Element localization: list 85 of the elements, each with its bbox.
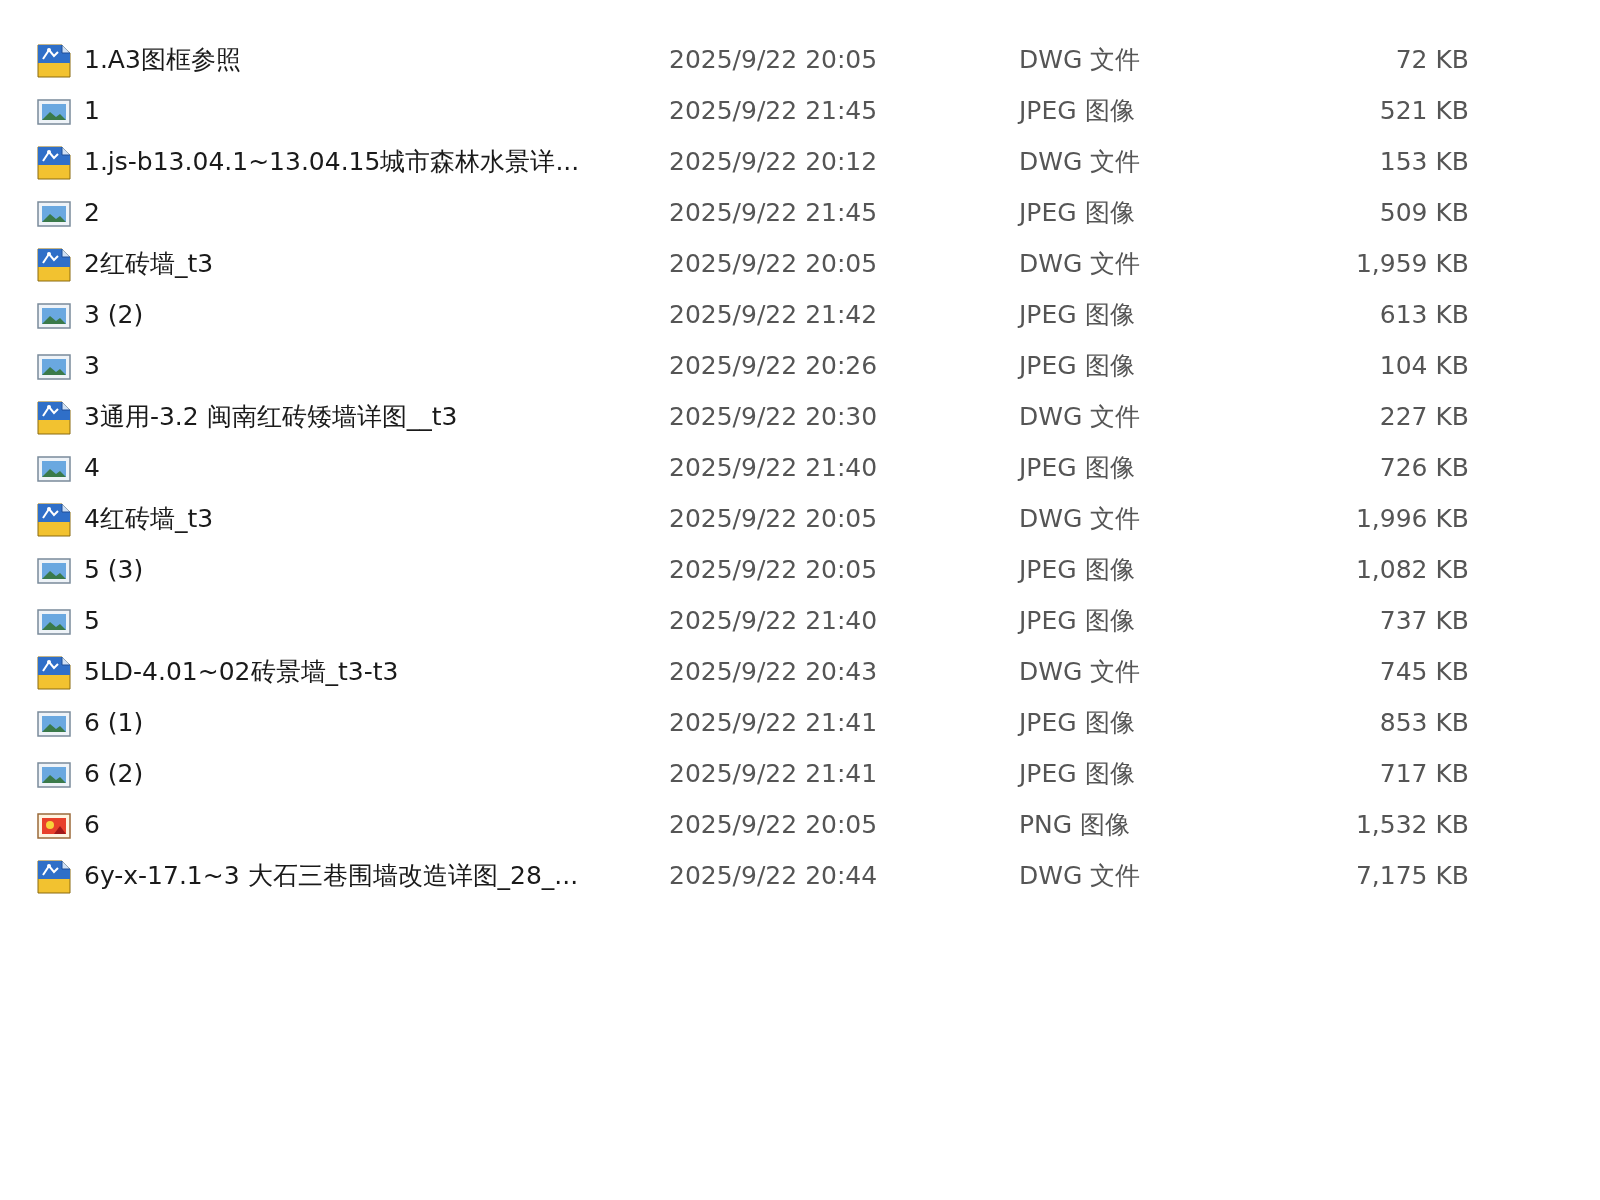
file-size: 509 KB [1378,198,1469,227]
file-type: PNG 图像 [1019,809,1132,841]
file-size: 737 KB [1378,606,1469,635]
file-date: 2025/9/22 21:45 [669,96,879,125]
file-name: 2红砖墙_t3 [84,248,215,280]
file-size: 521 KB [1378,96,1469,125]
file-type: DWG 文件 [1019,503,1142,535]
file-size: 745 KB [1378,657,1469,686]
file-type: DWG 文件 [1019,44,1142,76]
file-name: 1.js-b13.04.1~13.04.15城市森林水景详... [84,146,581,178]
file-size: 104 KB [1378,351,1469,380]
file-type: JPEG 图像 [1019,605,1136,637]
file-date: 2025/9/22 20:05 [669,810,879,839]
file-date: 2025/9/22 20:05 [669,45,879,74]
file-name: 3 (2) [84,300,145,329]
file-size: 1,996 KB [1354,504,1469,533]
file-date: 2025/9/22 20:44 [669,861,879,890]
file-size: 1,959 KB [1354,249,1469,278]
file-name: 4红砖墙_t3 [84,503,215,535]
file-date: 2025/9/22 21:40 [669,606,879,635]
file-type: JPEG 图像 [1019,197,1136,229]
file-name: 6 [84,810,101,839]
file-size: 7,175 KB [1354,861,1469,890]
file-size: 853 KB [1378,708,1469,737]
file-row[interactable]: 3 2025/9/22 20:26 JPEG 图像 104 KB [36,340,1600,391]
file-date: 2025/9/22 20:05 [669,555,879,584]
file-type: DWG 文件 [1019,248,1142,280]
file-type: JPEG 图像 [1019,707,1136,739]
file-name: 5LD-4.01~02砖景墙_t3-t3 [84,656,400,688]
file-name: 5 (3) [84,555,145,584]
file-name: 5 [84,606,101,635]
file-row[interactable]: 5LD-4.01~02砖景墙_t3-t3 2025/9/22 20:43 DWG 文件 745 KB [36,646,1600,697]
file-type: JPEG 图像 [1019,350,1136,382]
file-type: JPEG 图像 [1019,452,1136,484]
file-row[interactable]: 6y-x-17.1~3 大石三巷围墙改造详图_28_... 2025/9/22 20:44 DWG 文件 7,175 KB [36,850,1600,901]
file-row[interactable]: 6 2025/9/22 20:05 PNG 图像 1,532 KB [36,799,1600,850]
file-type: JPEG 图像 [1019,554,1136,586]
file-type: DWG 文件 [1019,401,1142,433]
file-date: 2025/9/22 21:42 [669,300,879,329]
file-date: 2025/9/22 21:40 [669,453,879,482]
file-row[interactable]: 6 (1) 2025/9/22 21:41 JPEG 图像 853 KB [36,697,1600,748]
file-row[interactable]: 5 (3) 2025/9/22 20:05 JPEG 图像 1,082 KB [36,544,1600,595]
file-type: DWG 文件 [1019,860,1142,892]
file-row[interactable]: 6 (2) 2025/9/22 21:41 JPEG 图像 717 KB [36,748,1600,799]
file-row[interactable]: 3 (2) 2025/9/22 21:42 JPEG 图像 613 KB [36,289,1600,340]
file-type: JPEG 图像 [1019,758,1136,790]
file-name: 6y-x-17.1~3 大石三巷围墙改造详图_28_... [84,860,580,892]
file-date: 2025/9/22 21:45 [669,198,879,227]
file-size: 726 KB [1378,453,1469,482]
file-row[interactable]: 2 2025/9/22 21:45 JPEG 图像 509 KB [36,187,1600,238]
file-size: 1,082 KB [1354,555,1469,584]
file-type: JPEG 图像 [1019,95,1136,127]
file-date: 2025/9/22 20:43 [669,657,879,686]
file-date: 2025/9/22 20:30 [669,402,879,431]
file-row[interactable]: 1.A3图框参照 2025/9/22 20:05 DWG 文件 72 KB [36,34,1600,85]
file-size: 72 KB [1394,45,1469,74]
file-row[interactable]: 1 2025/9/22 21:45 JPEG 图像 521 KB [36,85,1600,136]
file-type: DWG 文件 [1019,146,1142,178]
file-name: 6 (1) [84,708,145,737]
file-name: 3通用-3.2 闽南红砖矮墙详图__t3 [84,401,459,433]
file-row[interactable]: 2红砖墙_t3 2025/9/22 20:05 DWG 文件 1,959 KB [36,238,1600,289]
file-date: 2025/9/22 20:26 [669,351,879,380]
file-size: 227 KB [1378,402,1469,431]
file-size: 1,532 KB [1354,810,1469,839]
file-size: 153 KB [1378,147,1469,176]
file-name: 1 [84,96,101,125]
file-name: 4 [84,453,101,482]
file-name: 6 (2) [84,759,145,788]
file-date: 2025/9/22 21:41 [669,759,879,788]
file-date: 2025/9/22 20:05 [669,504,879,533]
file-size: 717 KB [1378,759,1469,788]
file-date: 2025/9/22 20:12 [669,147,879,176]
file-date: 2025/9/22 21:41 [669,708,879,737]
file-type: DWG 文件 [1019,656,1142,688]
file-row[interactable]: 4红砖墙_t3 2025/9/22 20:05 DWG 文件 1,996 KB [36,493,1600,544]
file-name: 1.A3图框参照 [84,44,242,76]
file-date: 2025/9/22 20:05 [669,249,879,278]
file-row[interactable]: 1.js-b13.04.1~13.04.15城市森林水景详... 2025/9/22 20:12 DWG 文件 153 KB [36,136,1600,187]
file-name: 3 [84,351,101,380]
file-row[interactable]: 4 2025/9/22 21:40 JPEG 图像 726 KB [36,442,1600,493]
file-row[interactable]: 5 2025/9/22 21:40 JPEG 图像 737 KB [36,595,1600,646]
file-type: JPEG 图像 [1019,299,1136,331]
file-size: 613 KB [1378,300,1469,329]
file-name: 2 [84,198,101,227]
file-row[interactable]: 3通用-3.2 闽南红砖矮墙详图__t3 2025/9/22 20:30 DWG 文件 227 KB [36,391,1600,442]
